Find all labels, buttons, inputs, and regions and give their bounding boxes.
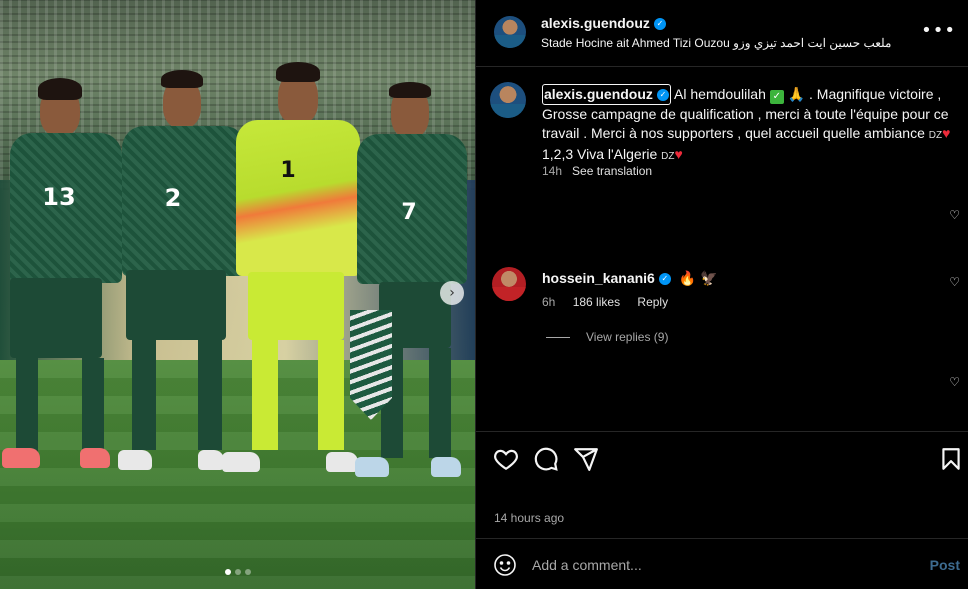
comment-likes[interactable]: 186 likes xyxy=(573,295,620,309)
share-button[interactable] xyxy=(573,446,599,472)
location-link[interactable]: Stade Hocine ait Ahmed Tizi Ouzou ملعب ح… xyxy=(541,36,891,50)
player-2: 2 xyxy=(118,70,248,480)
reply-button[interactable]: Reply xyxy=(637,295,668,309)
carousel-dot xyxy=(224,569,231,575)
avatar[interactable] xyxy=(494,16,526,48)
username-text[interactable]: hossein_kanani6 xyxy=(542,270,655,286)
post-comment-button[interactable]: Post xyxy=(930,557,960,573)
comment-text: 🔥 🦅 xyxy=(678,270,718,286)
like-button[interactable] xyxy=(493,446,519,472)
username-text[interactable]: alexis.guendouz xyxy=(544,86,653,102)
algeria-flag-icon: DZ xyxy=(928,130,943,141)
author-username[interactable]: alexis.guendouz ✓ xyxy=(541,15,666,31)
bookmark-icon xyxy=(942,448,960,470)
caption-part-3: 1,2,3 Viva l'Algerie xyxy=(542,146,658,162)
player-1-goalkeeper: 1 xyxy=(222,62,362,482)
smiley-icon xyxy=(494,554,516,576)
carousel-indicator xyxy=(0,569,475,575)
jersey-number: 1 xyxy=(280,158,296,183)
comment-time: 6h xyxy=(542,295,556,309)
caption-part-1: Al hemdoulilah xyxy=(674,86,766,102)
comment-meta: 6h 186 likes Reply xyxy=(542,295,682,309)
verified-badge-icon: ✓ xyxy=(656,89,669,102)
player-13: 13 xyxy=(2,78,122,478)
avatar[interactable] xyxy=(490,82,526,118)
jersey-number: 2 xyxy=(164,184,182,212)
see-translation-link[interactable]: See translation xyxy=(572,164,652,178)
save-button[interactable] xyxy=(938,446,964,472)
comment-icon xyxy=(534,447,558,471)
view-replies-button[interactable]: View replies (9) xyxy=(546,330,668,344)
post-photo: 13 2 1 7 › xyxy=(0,0,475,589)
caption-meta: 14h See translation xyxy=(542,164,652,178)
jersey-number: 7 xyxy=(401,200,417,225)
action-bar xyxy=(476,431,968,481)
post-header: alexis.guendouz ✓ Stade Hocine ait Ahmed … xyxy=(476,0,968,67)
caption-username[interactable]: alexis.guendouz ✓ xyxy=(542,84,671,105)
avatar[interactable] xyxy=(492,267,526,301)
jersey-number: 13 xyxy=(42,183,76,211)
username-text[interactable]: alexis.guendouz xyxy=(541,15,650,31)
view-replies-label: View replies (9) xyxy=(586,330,669,344)
verified-badge-icon: ✓ xyxy=(653,18,666,31)
caption-text: alexis.guendouz ✓ Al hemdoulilah ✓ 🙏 . Ma… xyxy=(542,84,954,166)
red-heart-icon: ♥ xyxy=(942,125,951,141)
carousel-dot xyxy=(244,569,251,575)
chevron-right-icon: › xyxy=(449,285,455,301)
like-icon[interactable]: ♡ xyxy=(949,375,960,389)
post-timestamp[interactable]: 14 hours ago xyxy=(494,511,564,525)
like-icon[interactable]: ♡ xyxy=(949,208,960,222)
post-sidebar: alexis.guendouz ✓ Stade Hocine ait Ahmed … xyxy=(475,0,968,589)
heart-icon xyxy=(494,449,518,471)
algeria-flag-icon: DZ xyxy=(661,151,675,162)
verified-badge-icon: ✓ xyxy=(658,273,671,286)
like-icon[interactable]: ♡ xyxy=(949,275,960,289)
add-comment-bar: Post xyxy=(476,538,968,589)
comment-button[interactable] xyxy=(533,446,559,472)
next-photo-button[interactable]: › xyxy=(440,281,464,305)
more-options-button[interactable]: ••• xyxy=(921,20,956,41)
send-icon xyxy=(574,448,598,471)
pennant xyxy=(350,310,392,420)
praying-hands-icon: 🙏 xyxy=(787,86,806,102)
check-mark-icon: ✓ xyxy=(769,90,784,104)
divider xyxy=(546,336,570,338)
caption-time: 14h xyxy=(542,164,563,178)
comment-input[interactable] xyxy=(532,553,902,577)
comment-username[interactable]: hossein_kanani6 ✓ 🔥 🦅 xyxy=(542,270,717,287)
carousel-dot xyxy=(234,569,241,575)
emoji-button[interactable] xyxy=(493,553,517,577)
red-heart-icon: ♥ xyxy=(674,146,683,162)
